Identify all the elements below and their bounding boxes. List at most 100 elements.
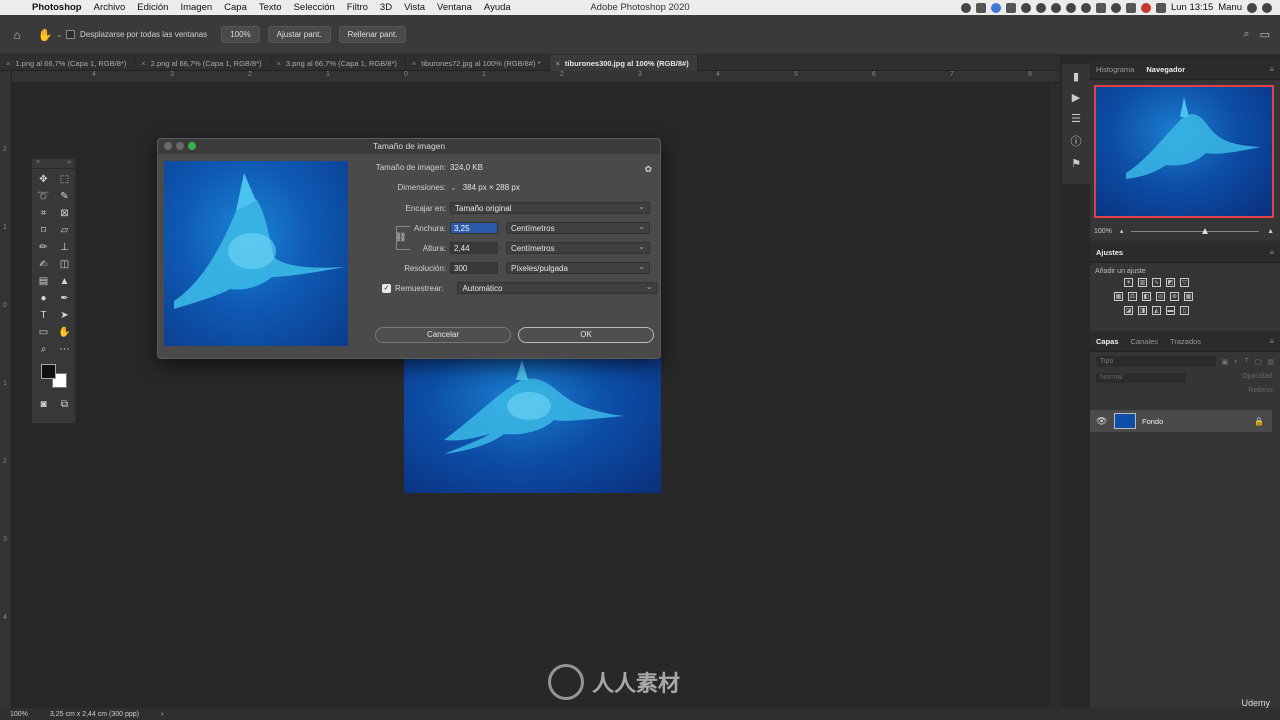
- tab-1-png[interactable]: × 1.png al 66,7% (Capa 1, RGB/8*): [0, 55, 136, 71]
- height-unit-select[interactable]: Centímetros: [506, 241, 650, 254]
- zoom-in-icon[interactable]: ▲: [1267, 228, 1274, 235]
- menu-seleccion[interactable]: Selección: [288, 2, 341, 13]
- crop-tool-icon[interactable]: ⌗: [33, 205, 54, 222]
- tab-capas[interactable]: Capas: [1090, 337, 1125, 346]
- volume-icon[interactable]: [1125, 2, 1136, 13]
- minimize-window-icon[interactable]: [176, 142, 184, 150]
- tool-preset-chevron-icon[interactable]: ⌄: [56, 30, 66, 39]
- fit-screen-button[interactable]: Ajustar pant.: [267, 26, 331, 43]
- fill-screen-button[interactable]: Rellenar pant.: [338, 26, 407, 43]
- more-tools-icon[interactable]: ⋯: [54, 341, 75, 358]
- stamp-tool-icon[interactable]: ⊥: [54, 239, 75, 256]
- scroll-all-checkbox[interactable]: [66, 30, 75, 39]
- quick-select-tool-icon[interactable]: ✎: [54, 188, 75, 205]
- navigator-zoom-slider[interactable]: [1131, 227, 1260, 234]
- menu-ayuda[interactable]: Ayuda: [478, 2, 517, 13]
- foreground-color-swatch[interactable]: [41, 364, 56, 379]
- vibrance-icon[interactable]: ▽: [1180, 278, 1189, 287]
- move-tool-icon[interactable]: ✥: [33, 171, 54, 188]
- character-panel-icon[interactable]: ⚑: [1071, 157, 1081, 170]
- dropbox-icon[interactable]: [1065, 2, 1076, 13]
- eyedropper-tool-icon[interactable]: ⌑: [33, 222, 54, 239]
- tab-canales[interactable]: Canales: [1125, 337, 1165, 346]
- close-icon[interactable]: ×: [6, 59, 10, 68]
- canvas-scrollbar[interactable]: [1050, 83, 1060, 708]
- ruler-tool-icon[interactable]: ▱: [54, 222, 75, 239]
- fit-select[interactable]: Tamaño original: [450, 201, 650, 214]
- tab-tiburones72[interactable]: × tiburones72.jpg al 100% (RGB/8#) *: [406, 55, 550, 71]
- wifi-icon[interactable]: [1110, 2, 1121, 13]
- hand-tool-icon[interactable]: ✋: [34, 28, 56, 42]
- status-doc-info[interactable]: 3,25 cm x 2,44 cm (300 ppp): [50, 711, 139, 718]
- channel-mixer-icon[interactable]: ⊛: [1170, 292, 1179, 301]
- lasso-tool-icon[interactable]: ➰: [33, 188, 54, 205]
- tab-histograma[interactable]: Histograma: [1090, 65, 1140, 74]
- actions-play-icon[interactable]: ▶: [1072, 91, 1080, 104]
- eraser-tool-icon[interactable]: ◫: [54, 256, 75, 273]
- pen-tool-icon[interactable]: ✒: [54, 290, 75, 307]
- cancel-button[interactable]: Cancelar: [375, 327, 511, 343]
- photo-filter-icon[interactable]: ◎: [1156, 292, 1165, 301]
- frame-tool-icon[interactable]: ⊠: [54, 205, 75, 222]
- eye-icon[interactable]: 👁: [1096, 416, 1108, 427]
- posterize-icon[interactable]: ◨: [1138, 306, 1147, 315]
- navigator-zoom-value[interactable]: 100%: [1094, 228, 1112, 235]
- resolution-unit-select[interactable]: Píxeles/pulgada: [506, 261, 650, 274]
- menubar-clock[interactable]: Lun 13:15: [1171, 2, 1213, 13]
- color-balance-icon[interactable]: ⚖: [1128, 292, 1137, 301]
- type-tool-icon[interactable]: T: [33, 307, 54, 324]
- info-panel-icon[interactable]: ⓘ: [1071, 133, 1082, 149]
- zoom-window-icon[interactable]: [188, 142, 196, 150]
- rectangle-tool-icon[interactable]: ▭: [33, 324, 54, 341]
- panel-menu-icon[interactable]: ≡: [1269, 65, 1274, 74]
- menu-imagen[interactable]: Imagen: [174, 2, 218, 13]
- menu-capa[interactable]: Capa: [218, 2, 253, 13]
- resample-select[interactable]: Automático: [457, 281, 658, 294]
- gear-icon[interactable]: ✿: [644, 164, 652, 175]
- screen-mode-icon[interactable]: ⧉: [54, 396, 75, 413]
- clock-icon[interactable]: [1080, 2, 1091, 13]
- blur-tool-icon[interactable]: ▲: [54, 273, 75, 290]
- tab-2-png[interactable]: × 2.png al 66,7% (Capa 1, RGB/8*): [135, 55, 271, 71]
- zoom-tool-icon[interactable]: ⌕: [33, 341, 54, 358]
- search-icon[interactable]: ⌕: [1243, 28, 1249, 41]
- home-icon[interactable]: ⌂: [0, 28, 34, 42]
- threshold-icon[interactable]: ◭: [1152, 306, 1161, 315]
- close-icon[interactable]: ×: [141, 59, 145, 68]
- search-status-icon[interactable]: [975, 2, 986, 13]
- tab-trazados[interactable]: Trazados: [1164, 337, 1207, 346]
- gradient-map-icon[interactable]: ▬: [1166, 306, 1175, 315]
- properties-panel-icon[interactable]: ☰: [1071, 112, 1081, 125]
- panel-menu-icon[interactable]: ≡: [1269, 248, 1274, 257]
- lock-icon[interactable]: 🔒: [1254, 417, 1264, 426]
- filter-pixel-icon[interactable]: ▣: [1222, 358, 1229, 366]
- hue-saturation-icon[interactable]: ▦: [1114, 292, 1123, 301]
- collapse-icon[interactable]: ×: [36, 159, 40, 168]
- curves-icon[interactable]: ∿: [1152, 278, 1161, 287]
- battery-icon[interactable]: [1155, 2, 1166, 13]
- display-icon[interactable]: [1005, 2, 1016, 13]
- menu-filtro[interactable]: Filtro: [341, 2, 374, 13]
- document-image-shark[interactable]: [404, 358, 661, 493]
- exposure-icon[interactable]: ◩: [1166, 278, 1175, 287]
- layer-row-fondo[interactable]: 👁 Fondo 🔒: [1090, 410, 1272, 432]
- zoom-out-icon[interactable]: ▴: [1120, 227, 1124, 235]
- menu-vista[interactable]: Vista: [398, 2, 431, 13]
- path-select-tool-icon[interactable]: ➤: [54, 307, 75, 324]
- menu-archivo[interactable]: Archivo: [88, 2, 132, 13]
- color-lookup-icon[interactable]: ▦: [1184, 292, 1193, 301]
- levels-icon[interactable]: ▥: [1138, 278, 1147, 287]
- menu-texto[interactable]: Texto: [253, 2, 288, 13]
- bluetooth-icon[interactable]: [1095, 2, 1106, 13]
- menu-ventana[interactable]: Ventana: [431, 2, 478, 13]
- creative-cloud-icon[interactable]: [960, 2, 971, 13]
- history-brush-icon[interactable]: ✍: [33, 256, 54, 273]
- keyboard-flag-icon[interactable]: [1140, 2, 1151, 13]
- cursor-icon[interactable]: [1020, 2, 1031, 13]
- status-zoom[interactable]: 100%: [10, 711, 28, 718]
- app-status-icon[interactable]: [990, 2, 1001, 13]
- black-white-icon[interactable]: ◧: [1142, 292, 1151, 301]
- selective-color-icon[interactable]: ▯: [1180, 306, 1189, 315]
- vertical-ruler[interactable]: 2 1 0 1 2 3 4: [0, 71, 12, 708]
- brightness-icon[interactable]: ☀: [1124, 278, 1133, 287]
